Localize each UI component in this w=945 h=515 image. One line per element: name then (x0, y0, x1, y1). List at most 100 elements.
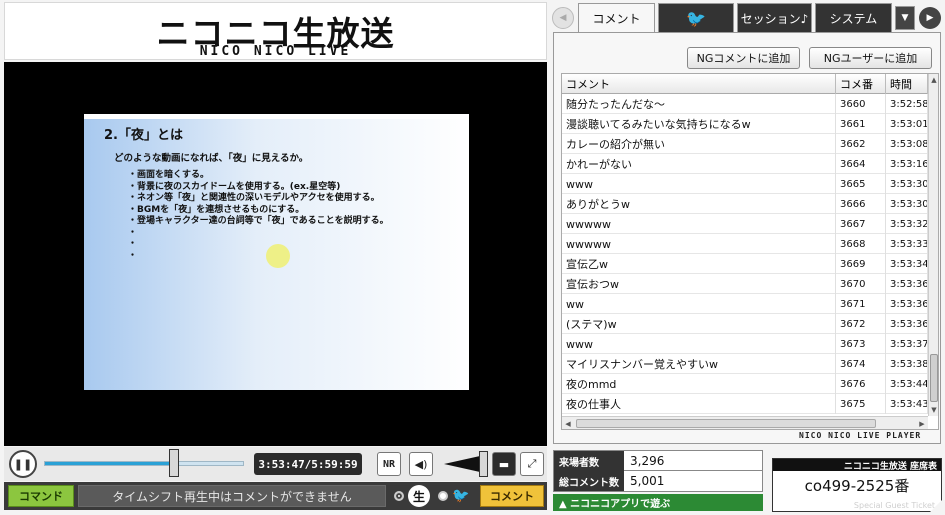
comment-time: 3:53:33 (886, 234, 928, 254)
comment-command-bar: コマンド タイムシフト再生中はコメントができません 生 🐦 コメント (4, 482, 547, 510)
comment-number: 3662 (836, 134, 886, 154)
comment-text: (ステマ)w (562, 314, 836, 334)
comment-row[interactable]: かれーがない 3664 3:53:16 (562, 154, 928, 174)
expand-icon: ⤢ (527, 457, 537, 470)
fullscreen-button[interactable]: ⤢ (520, 452, 544, 476)
column-header-time[interactable]: 時間 (886, 74, 928, 94)
nicoapp-link[interactable]: ▲ ニコニコアプリで遊ぶ (553, 494, 763, 511)
tab-system[interactable]: システム (815, 3, 892, 32)
comment-row[interactable]: 漫談聴いてるみたいな気持ちになるw 3661 3:53:01 (562, 114, 928, 134)
video-area[interactable]: 2.「夜」とは どのような動画になれば、「夜」に見えるか。 画面を暗くする。 背… (4, 62, 547, 446)
slide-title: 2.「夜」とは (104, 128, 183, 143)
comment-time: 3:53:01 (886, 114, 928, 134)
comment-number: 3661 (836, 114, 886, 134)
comment-number: 3668 (836, 234, 886, 254)
comment-text: ありがとうw (562, 194, 836, 214)
comment-text: ww (562, 294, 836, 314)
comment-row[interactable]: www 3665 3:53:30 (562, 174, 928, 194)
comment-row[interactable]: wwwww 3667 3:53:32 (562, 214, 928, 234)
post-target-twitter-radio[interactable] (438, 491, 448, 501)
horizontal-scrollbar[interactable]: ◀ ▶ (562, 416, 928, 429)
scroll-down-icon[interactable]: ▼ (929, 404, 938, 416)
logo-sub-text: NICO NICO LIVE (199, 44, 352, 59)
time-display: 3:53:47/5:59:59 (254, 453, 362, 475)
nicolive-player-window: ニコニコ生放送 NICO NICO LIVE 2.「夜」とは どのような動画にな… (0, 0, 945, 515)
comment-time: 3:53:44 (886, 374, 928, 394)
comment-visibility-button[interactable]: ▬ (492, 452, 516, 476)
comment-row[interactable]: 宣伝おつw 3670 3:53:36 (562, 274, 928, 294)
comment-row[interactable]: 夜のmmd 3676 3:53:44 (562, 374, 928, 394)
comment-number: 3669 (836, 254, 886, 274)
comment-row[interactable]: www 3673 3:53:37 (562, 334, 928, 354)
comment-text: www (562, 334, 836, 354)
seek-handle[interactable] (169, 449, 179, 477)
comment-row[interactable]: (ステマ)w 3672 3:53:36 (562, 314, 928, 334)
post-target-nama-radio[interactable] (394, 491, 404, 501)
mute-button[interactable]: ◀) (409, 452, 433, 476)
ticket-seat-number: co499-2525番 (804, 476, 910, 495)
scroll-left-icon[interactable]: ◀ (562, 417, 574, 429)
comment-text: カレーの紹介が無い (562, 134, 836, 154)
tab-menu-button[interactable]: ▼ (895, 6, 915, 30)
volume-handle[interactable] (479, 451, 488, 477)
slide-lead-text: どのような動画になれば、「夜」に見えるか。 (114, 153, 309, 164)
slide-bullet (128, 228, 389, 240)
comment-text: 夜のmmd (562, 374, 836, 394)
player-brand-label: NICO NICO LIVE PLAYER (799, 431, 922, 440)
comment-row[interactable]: 宣伝乙w 3669 3:53:34 (562, 254, 928, 274)
comment-time: 3:53:36 (886, 314, 928, 334)
nr-button[interactable]: NR (377, 452, 401, 476)
slide-top-band (84, 114, 469, 119)
slide-bullet: 背景に夜のスカイドームを使用する。(ex.星空等) (128, 182, 389, 194)
add-ng-comment-button[interactable]: NGコメントに追加 (687, 47, 800, 69)
comment-row[interactable]: カレーの紹介が無い 3662 3:53:08 (562, 134, 928, 154)
vertical-scroll-thumb[interactable] (930, 354, 938, 402)
comment-table-header: コメント コメ番 時間 (562, 74, 928, 94)
horizontal-scroll-thumb[interactable] (576, 419, 876, 428)
chevron-right-icon: ▶ (926, 13, 934, 23)
comment-row[interactable]: wwwww 3668 3:53:33 (562, 234, 928, 254)
command-button[interactable]: コマンド (8, 485, 74, 507)
comment-row[interactable]: 随分たったんだな～ 3660 3:52:58 (562, 94, 928, 114)
comment-number: 3672 (836, 314, 886, 334)
comment-text: 宣伝おつw (562, 274, 836, 294)
comment-input[interactable]: タイムシフト再生中はコメントができません (78, 485, 386, 507)
comment-submit-button[interactable]: コメント (480, 485, 544, 507)
tab-scroll-right-button[interactable]: ▶ (919, 7, 941, 29)
tab-session[interactable]: セッション♪ (737, 3, 812, 32)
comment-time: 3:53:08 (886, 134, 928, 154)
comment-row[interactable]: 夜の仕事人 3675 3:53:43 (562, 394, 928, 414)
tab-twitter[interactable]: 🐦 (658, 3, 734, 32)
comment-number: 3675 (836, 394, 886, 414)
slide-bullet-list: 画面を暗くする。 背景に夜のスカイドームを使用する。(ex.星空等) ネオン等「… (128, 170, 389, 262)
comment-number: 3671 (836, 294, 886, 314)
comment-time: 3:53:36 (886, 294, 928, 314)
scroll-up-icon[interactable]: ▲ (929, 74, 938, 86)
comment-text: wwwww (562, 234, 836, 254)
comment-text: 宣伝乙w (562, 254, 836, 274)
comment-row[interactable]: マイリスナンバー覚えやすいw 3674 3:53:38 (562, 354, 928, 374)
add-ng-user-button[interactable]: NGユーザーに追加 (809, 47, 932, 69)
comments-label: 総コメント数 (554, 471, 624, 491)
comment-row[interactable]: ww 3671 3:53:36 (562, 294, 928, 314)
comment-time: 3:53:34 (886, 254, 928, 274)
ticket-footer: Special Guest Ticket (853, 501, 935, 510)
vertical-scrollbar[interactable]: ▲ ▼ (928, 74, 938, 416)
comments-count: 5,001 (630, 474, 665, 488)
column-header-number[interactable]: コメ番 (836, 74, 886, 94)
pause-button[interactable]: ❚❚ (9, 450, 37, 478)
tab-scroll-left-button[interactable]: ◀ (552, 7, 574, 29)
tab-comment[interactable]: コメント (578, 3, 655, 32)
slide-bullet: ネオン等「夜」と関連性の深いモデルやアクセを使用する。 (128, 193, 389, 205)
comment-number: 3667 (836, 214, 886, 234)
comment-number: 3665 (836, 174, 886, 194)
player-controls: ❚❚ 3:53:47/5:59:59 NR ◀) ▬ ⤢ (4, 447, 547, 481)
comment-row[interactable]: ありがとうw 3666 3:53:30 (562, 194, 928, 214)
seek-bar[interactable] (44, 461, 244, 466)
chevron-left-icon: ◀ (559, 13, 567, 23)
volume-slider[interactable] (444, 456, 480, 472)
comment-text: 随分たったんだな～ (562, 94, 836, 114)
scroll-right-icon[interactable]: ▶ (916, 417, 928, 429)
column-header-comment[interactable]: コメント (562, 74, 836, 94)
twitter-bird-icon: 🐦 (452, 488, 470, 504)
